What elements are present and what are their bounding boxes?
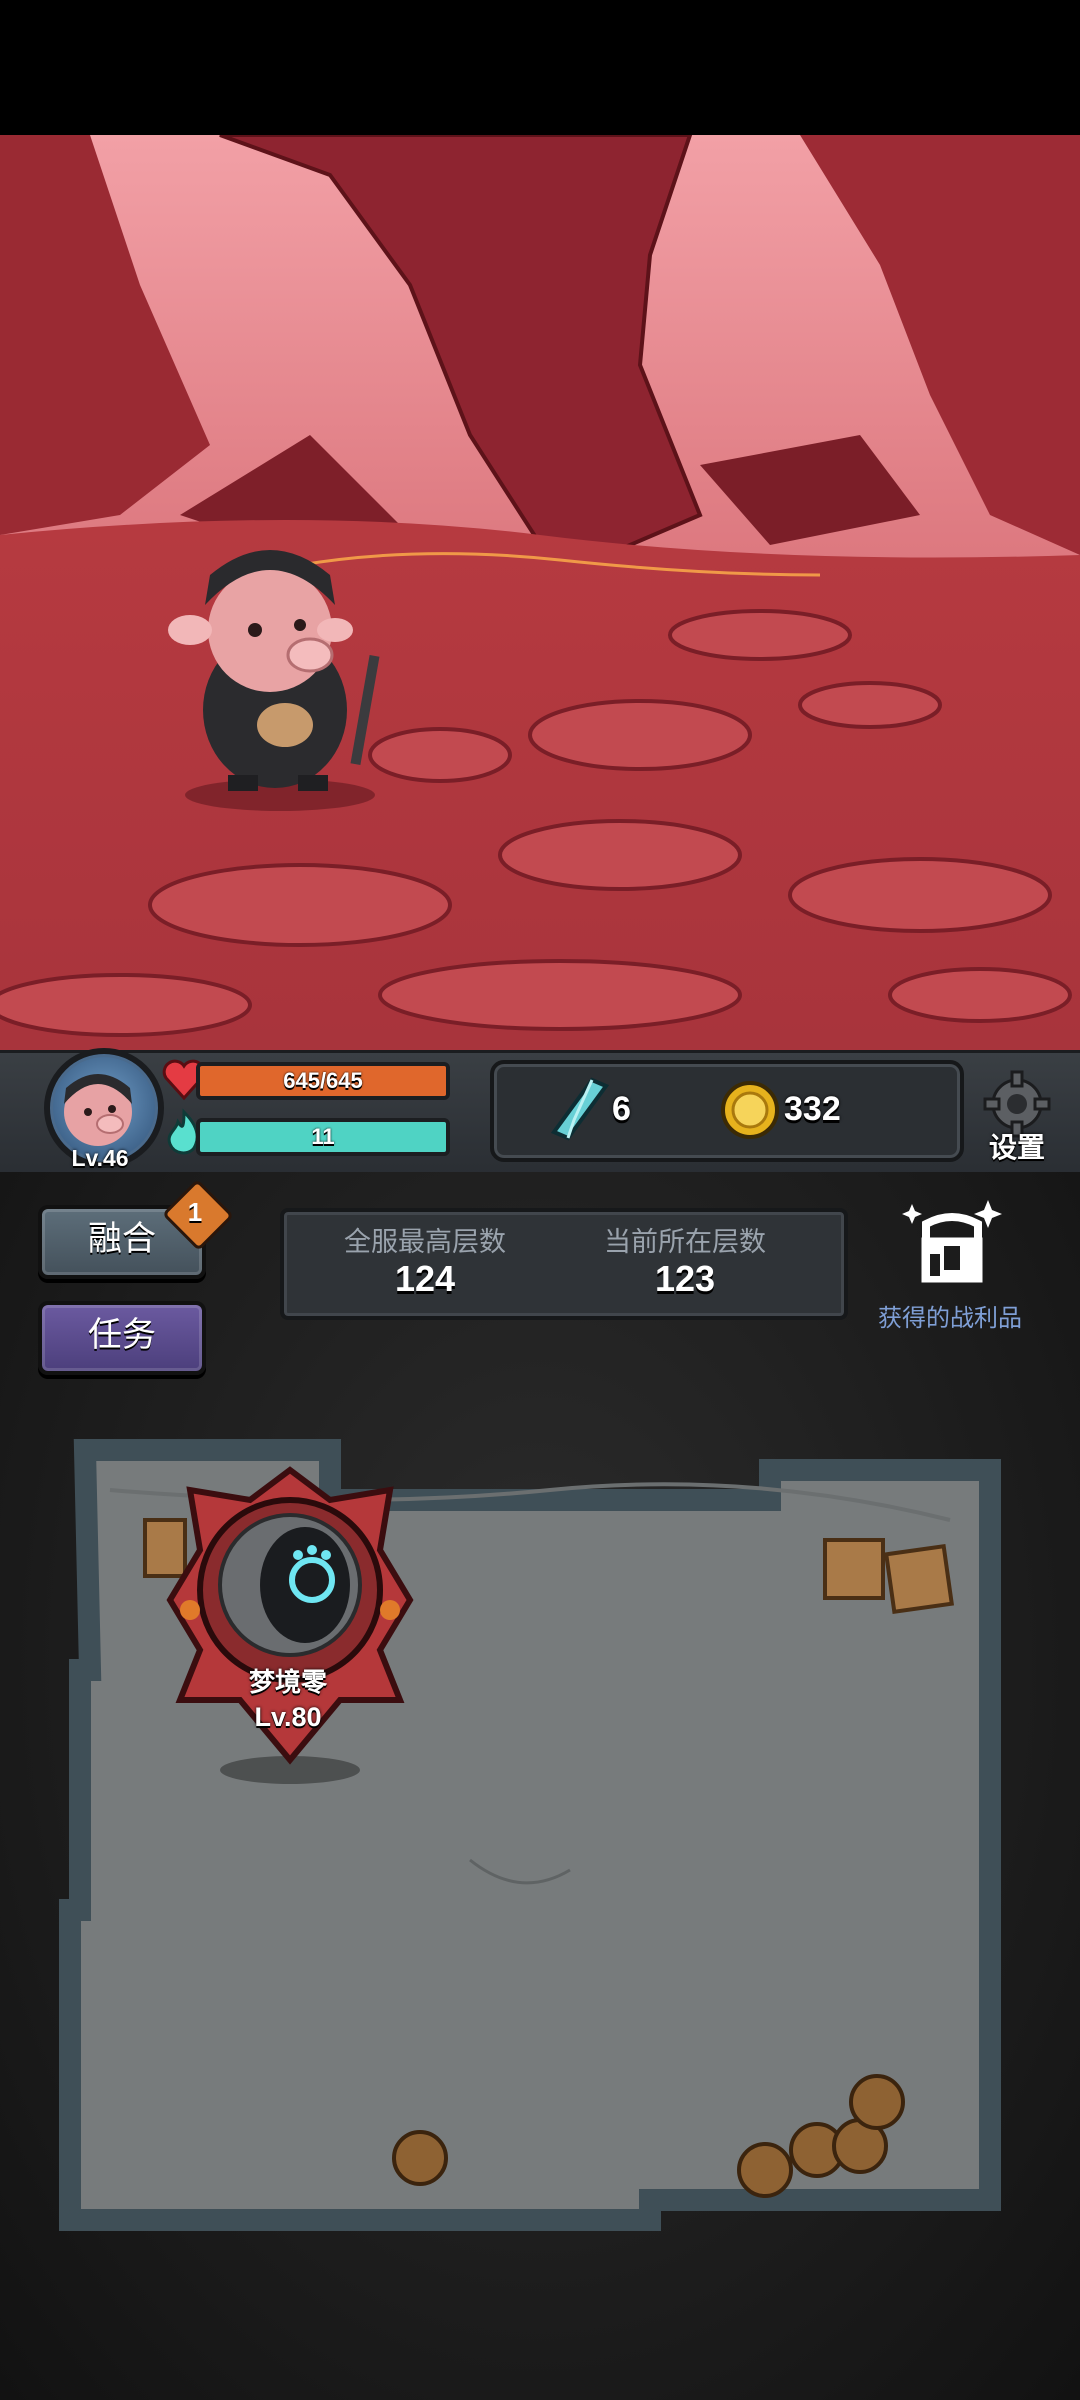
boss-level: Lv.80: [254, 1702, 322, 1732]
task-button[interactable]: 任务: [38, 1301, 206, 1375]
boss-token[interactable]: [160, 1460, 420, 1790]
mana-bar: 11: [196, 1118, 450, 1156]
mana-text: 11: [311, 1124, 335, 1149]
battle-scene: [0, 135, 1080, 1050]
server-best-floor-value: 124: [394, 1258, 456, 1299]
status-bar: [0, 0, 1080, 135]
loot-label: 获得的战利品: [878, 1305, 1022, 1332]
player-level: Lv.46: [71, 1145, 129, 1171]
crystal-icon: [544, 1074, 614, 1144]
treasure-chest-icon: [902, 1192, 1002, 1292]
fuse-badge-count: 1: [187, 1197, 203, 1227]
hp-bar: 645/645: [196, 1062, 450, 1100]
boss-name: 梦境零: [248, 1667, 327, 1697]
current-floor-value: 123: [654, 1258, 716, 1299]
settings-label: 设置: [988, 1132, 1045, 1163]
server-best-floor-label: 全服最高层数: [344, 1227, 506, 1257]
settings-button[interactable]: 设置: [975, 1068, 1065, 1164]
crystal-count: 6: [612, 1090, 631, 1128]
coin-count: 332: [784, 1090, 841, 1128]
current-floor-label: 当前所在层数: [604, 1227, 766, 1257]
hp-text: 645/645: [283, 1068, 363, 1093]
coin-icon: [720, 1080, 780, 1140]
